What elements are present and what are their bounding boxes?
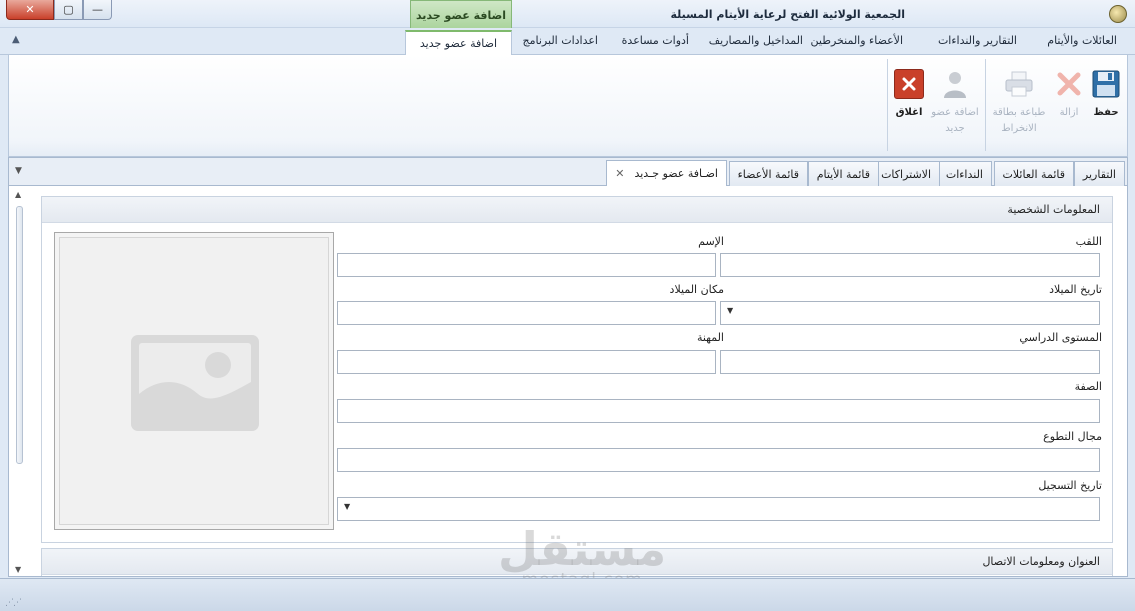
- tab-add-member[interactable]: اضافة عضو جديد: [404, 30, 512, 56]
- tab-reports-calls[interactable]: التقارير والنداءات: [938, 34, 1017, 47]
- user-add-icon: [940, 69, 970, 99]
- document-area: ▼ التقارير قائمة العائلات النداءات الاشت…: [8, 157, 1128, 577]
- name-label: الإسم: [698, 235, 724, 248]
- status-bar: ⋰⋰: [0, 578, 1135, 611]
- registration-date-picker[interactable]: ▼: [337, 497, 1100, 521]
- window-maximize-button[interactable]: ▢: [54, 0, 83, 20]
- doc-tab-label: الاشتراكات: [881, 167, 931, 181]
- doc-tab-add-member[interactable]: اضـافة عضو جـديد ✕: [606, 160, 727, 186]
- floppy-disk-icon: [1091, 69, 1121, 99]
- scroll-thumb[interactable]: [16, 206, 23, 464]
- photo-box[interactable]: [54, 232, 334, 530]
- group-title: العنوان ومعلومات الاتصال: [982, 555, 1100, 568]
- doc-tab-members-list[interactable]: قائمة الأعضاء: [728, 161, 808, 186]
- doc-tab-reports[interactable]: التقارير: [1073, 161, 1125, 186]
- birth-place-field[interactable]: [337, 301, 716, 325]
- window-close-button[interactable]: ✕: [6, 0, 54, 20]
- surname-field[interactable]: [720, 253, 1100, 277]
- volunteer-field-label: مجال التطوع: [1043, 430, 1102, 443]
- image-placeholder-icon: [131, 335, 259, 431]
- job-field[interactable]: [337, 350, 716, 374]
- ribbon-group-separator: [887, 59, 888, 151]
- name-field[interactable]: [337, 253, 716, 277]
- doc-tab-label: قائمة الأعضاء: [737, 167, 799, 181]
- doc-tab-label: النداءات: [945, 167, 983, 181]
- ribbon-group-separator: [985, 59, 986, 151]
- tab-families-orphans[interactable]: العائلات والأيتام: [1047, 34, 1117, 47]
- delete-x-icon: [1054, 69, 1084, 99]
- save-button-label: حفظ: [1093, 107, 1119, 118]
- personal-info-body: اللقب الإسم تاريخ الميلاد مكان الميلاد ▼…: [42, 223, 1112, 542]
- title-bar: ✕ ▢ — اضافة عضو جديد الجمعية الولائية ال…: [0, 0, 1135, 30]
- close-tab-icon[interactable]: ✕: [615, 167, 624, 180]
- doc-tab-orphans-list[interactable]: قائمة الأيتام: [807, 161, 879, 186]
- resize-grip-icon[interactable]: ⋰⋰: [5, 598, 22, 608]
- tab-income-expenses[interactable]: المداخيل والمصاريف: [709, 34, 803, 47]
- printer-icon: [1004, 69, 1034, 99]
- tabs-menu-arrow-icon[interactable]: ▼: [15, 166, 22, 176]
- role-field[interactable]: [337, 399, 1100, 423]
- doc-tab-families-list[interactable]: قائمة العائلات: [993, 161, 1074, 186]
- surname-label: اللقب: [1075, 235, 1102, 248]
- app-logo-icon[interactable]: [1109, 5, 1127, 23]
- tab-members[interactable]: الأعضاء والمنخرطين: [811, 34, 903, 47]
- context-tab-label: اضافة عضو جديد: [410, 0, 512, 30]
- add-member-button-label: اضافة عضو جديد: [931, 107, 979, 134]
- window-controls: ✕ ▢ —: [6, 0, 112, 20]
- doc-tab-label: اضـافة عضو جـديد: [634, 167, 718, 180]
- add-member-button[interactable]: اضافة عضو جديد: [930, 69, 980, 137]
- scroll-down-icon[interactable]: ▼: [15, 565, 21, 574]
- print-card-button[interactable]: طباعة بطاقة الانخراط: [989, 69, 1049, 137]
- doc-tab-label: التقارير: [1082, 167, 1116, 181]
- education-field[interactable]: [720, 350, 1100, 374]
- tab-settings[interactable]: اعدادات البرنامج: [523, 34, 598, 47]
- job-label: المهنة: [696, 331, 724, 344]
- scroll-up-icon[interactable]: ▲: [15, 190, 21, 199]
- doc-tab-subscriptions[interactable]: الاشتراكات: [872, 161, 940, 186]
- doc-tab-label: قائمة الأيتام: [816, 167, 870, 181]
- personal-info-group: المعلومات الشخصية اللقب الإسم تاريخ المي…: [41, 196, 1113, 543]
- doc-tab-label: قائمة العائلات: [1002, 167, 1065, 181]
- birth-date-label: تاريخ الميلاد: [1049, 283, 1102, 296]
- window-minimize-button[interactable]: —: [83, 0, 112, 20]
- education-label: المستوى الدراسي: [1019, 331, 1102, 344]
- watermark-arabic: مستقل: [498, 522, 667, 576]
- window-title: الجمعية الولائية الفتح لرعاية الأيتام ال…: [670, 8, 905, 21]
- print-card-button-label: طباعة بطاقة الانخراط: [992, 107, 1046, 134]
- photo-frame: [59, 237, 329, 525]
- close-x-icon: [894, 69, 924, 99]
- birth-date-picker[interactable]: ▼: [720, 301, 1100, 325]
- birth-place-label: مكان الميلاد: [669, 283, 724, 296]
- group-title: المعلومات الشخصية: [1007, 203, 1100, 216]
- tab-tools[interactable]: أدوات مساعدة: [622, 34, 689, 47]
- registration-date-label: تاريخ التسجيل: [1038, 479, 1102, 492]
- personal-info-header: المعلومات الشخصية: [42, 197, 1112, 223]
- chevron-up-icon[interactable]: ▲: [12, 34, 20, 45]
- close-button-label: اغلاق: [895, 107, 923, 118]
- dropdown-arrow-icon[interactable]: ▼: [727, 306, 733, 315]
- close-button[interactable]: اغلاق: [884, 69, 934, 121]
- volunteer-field-input[interactable]: [337, 448, 1100, 472]
- dropdown-arrow-icon[interactable]: ▼: [344, 502, 350, 511]
- ribbon-panel: حفظ ازالة طباعة بطاقة الانخراط اضافة عضو…: [8, 55, 1128, 157]
- vertical-scrollbar[interactable]: ▲ ▼: [12, 190, 28, 574]
- document-tab-bar: ▼ التقارير قائمة العائلات النداءات الاشت…: [9, 158, 1127, 186]
- delete-button-label: ازالة: [1059, 107, 1079, 118]
- doc-tab-calls[interactable]: النداءات: [936, 161, 992, 186]
- role-label: الصفة: [1074, 380, 1102, 393]
- delete-button[interactable]: ازالة: [1044, 69, 1094, 121]
- ribbon-tab-bar: ▲ العائلات والأيتام التقارير والنداءات ا…: [0, 28, 1135, 56]
